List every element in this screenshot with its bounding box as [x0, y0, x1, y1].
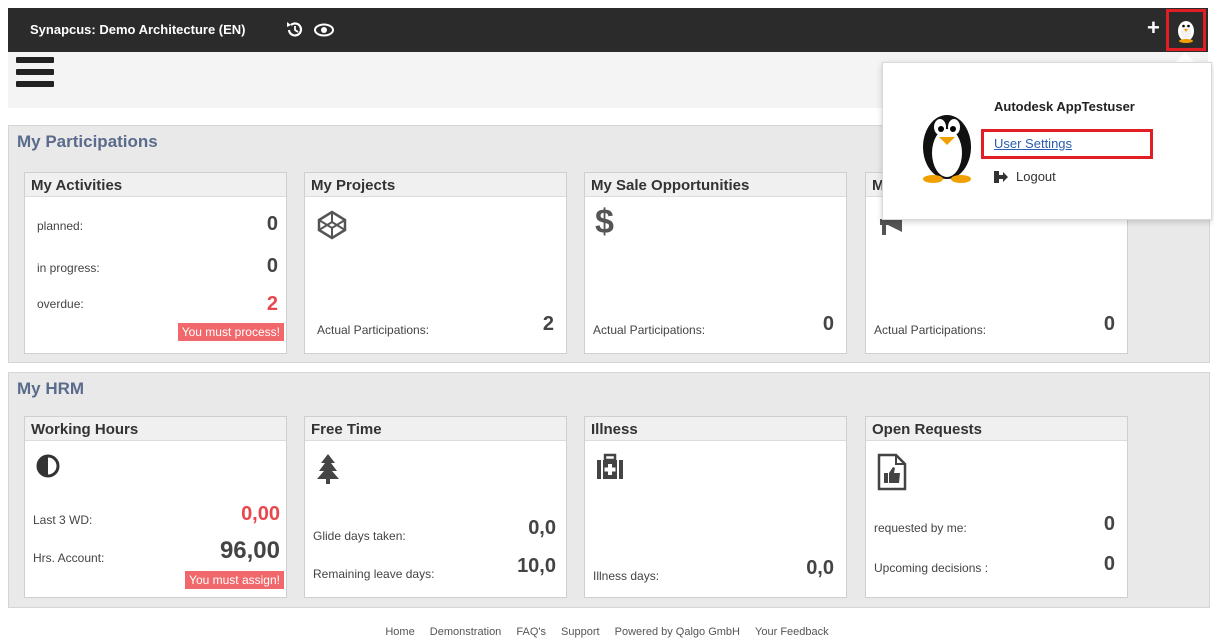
process-warning-badge: You must process!: [177, 323, 284, 341]
planned-value[interactable]: 0: [267, 213, 278, 236]
dropdown-caret: [1176, 52, 1194, 62]
overdue-label: overdue:: [37, 297, 84, 311]
footer-link-demonstration[interactable]: Demonstration: [430, 626, 502, 638]
activities-card: My Activities planned: 0 in progress: 0 …: [24, 172, 287, 354]
app-title[interactable]: Synapcus: Demo Architecture (EN): [30, 22, 246, 37]
participations-label: Actual Participations:: [874, 323, 987, 337]
upcoming-value[interactable]: 0: [1104, 553, 1115, 576]
upcoming-label: Upcoming decisions :: [874, 561, 989, 575]
assign-warning-badge: You must assign!: [185, 571, 284, 589]
section-title: My Participations: [17, 132, 158, 151]
hrs-account-label: Hrs. Account:: [33, 551, 105, 565]
footer: Home Demonstration FAQ's Support Powered…: [0, 626, 1214, 638]
logout-icon: [994, 170, 1008, 183]
penguin-avatar-icon: [923, 115, 971, 183]
logout-label[interactable]: Logout: [1016, 169, 1056, 184]
tree-icon: [317, 454, 339, 484]
leave-days-label: Remaining leave days:: [313, 567, 435, 581]
card-title[interactable]: Illness: [585, 417, 846, 441]
illness-days-label: Illness days:: [593, 569, 660, 583]
illness-card: Illness Illness days: 0,0: [584, 416, 847, 598]
footer-link-powered-by[interactable]: Powered by Qalgo GmbH: [615, 626, 740, 638]
participations-value[interactable]: 0: [1104, 313, 1115, 336]
medkit-icon: [597, 453, 623, 479]
penguin-avatar-icon: [1178, 21, 1194, 43]
user-menu-dropdown: Autodesk AppTestuser User Settings Logou…: [882, 62, 1212, 220]
card-title[interactable]: My Sale Opportunities: [585, 173, 846, 197]
top-bar: Synapcus: Demo Architecture (EN) +: [8, 8, 1208, 52]
last-wd-label: Last 3 WD:: [33, 513, 93, 527]
illness-days-value[interactable]: 0,0: [806, 557, 834, 580]
participations-label: Actual Participations:: [593, 323, 706, 337]
progress-value[interactable]: 0: [267, 255, 278, 278]
hrm-section: My HRM Working Hours Last 3 WD: 0,00 Hrs…: [8, 372, 1210, 608]
footer-link-faq[interactable]: FAQ's: [516, 626, 546, 638]
sales-card: My Sale Opportunities $ Actual Participa…: [584, 172, 847, 354]
footer-link-support[interactable]: Support: [561, 626, 600, 638]
glide-days-value[interactable]: 0,0: [528, 517, 556, 540]
user-avatar-button[interactable]: [1166, 9, 1206, 51]
requested-value[interactable]: 0: [1104, 513, 1115, 536]
card-title[interactable]: Free Time: [305, 417, 566, 441]
leave-days-value[interactable]: 10,0: [517, 555, 556, 578]
dollar-icon: $: [595, 203, 614, 241]
card-title[interactable]: Working Hours: [25, 417, 286, 441]
section-title: My HRM: [17, 379, 85, 398]
half-circle-icon: [36, 454, 60, 478]
cube-icon: [317, 210, 347, 240]
working-hours-card: Working Hours Last 3 WD: 0,00 Hrs. Accou…: [24, 416, 287, 598]
open-requests-card: Open Requests requested by me: 0 Upcomin…: [865, 416, 1128, 598]
participations-value[interactable]: 0: [823, 313, 834, 336]
participations-value[interactable]: 2: [543, 313, 554, 336]
history-icon[interactable]: [284, 19, 306, 41]
card-title[interactable]: Open Requests: [866, 417, 1127, 441]
participations-label: Actual Participations:: [317, 323, 430, 337]
card-title[interactable]: My Activities: [25, 173, 286, 197]
menu-icon[interactable]: [16, 57, 54, 93]
progress-label: in progress:: [37, 261, 100, 275]
overdue-value[interactable]: 2: [267, 293, 278, 316]
plus-icon[interactable]: +: [1147, 17, 1160, 39]
user-settings-label[interactable]: User Settings: [994, 136, 1072, 151]
user-settings-link[interactable]: User Settings: [981, 129, 1153, 159]
footer-link-feedback[interactable]: Your Feedback: [755, 626, 829, 638]
logout-link[interactable]: Logout: [994, 169, 1056, 184]
free-time-card: Free Time Glide days taken: 0,0 Remainin…: [304, 416, 567, 598]
footer-link-home[interactable]: Home: [385, 626, 414, 638]
thumbs-up-file-icon: [877, 453, 907, 491]
user-name: Autodesk AppTestuser: [994, 99, 1135, 114]
planned-label: planned:: [37, 219, 84, 233]
card-title[interactable]: My Projects: [305, 173, 566, 197]
glide-days-label: Glide days taken:: [313, 529, 406, 543]
last-wd-value[interactable]: 0,00: [241, 503, 280, 526]
hrs-account-value[interactable]: 96,00: [220, 537, 280, 565]
eye-icon[interactable]: [313, 19, 335, 41]
projects-card: My Projects Actual Participations: 2: [304, 172, 567, 354]
requested-label: requested by me:: [874, 521, 967, 535]
